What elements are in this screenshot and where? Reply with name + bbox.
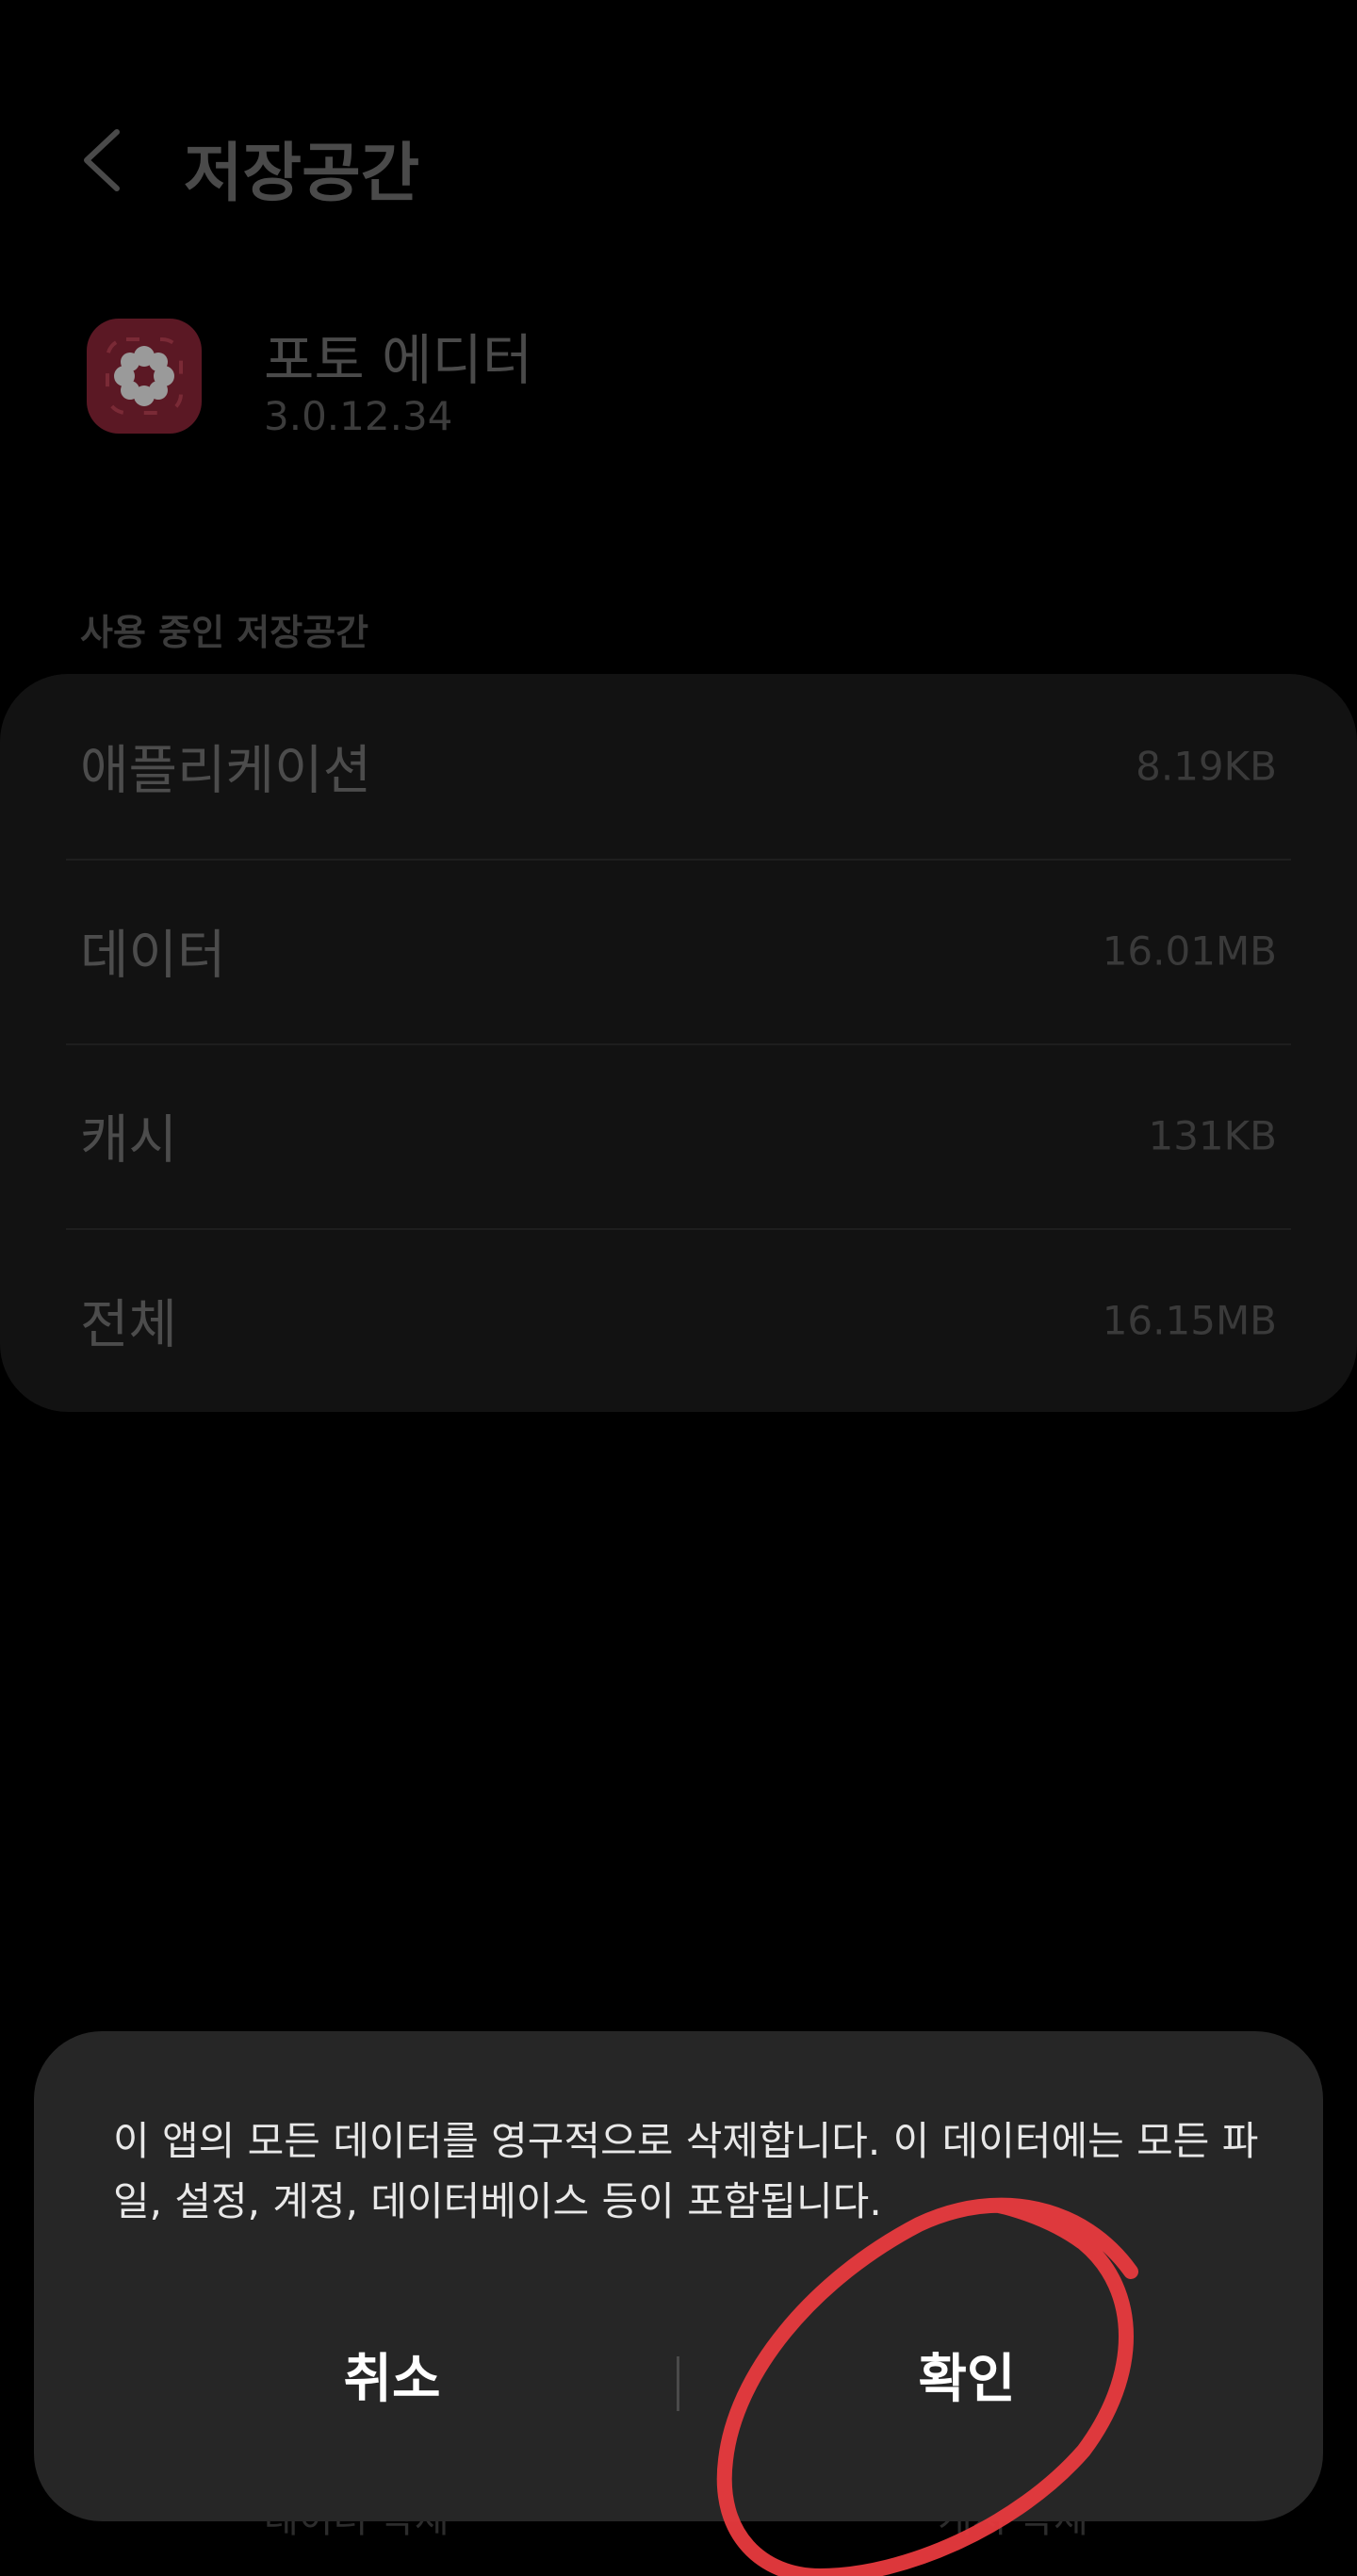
annotation-circle [716,2197,1138,2576]
